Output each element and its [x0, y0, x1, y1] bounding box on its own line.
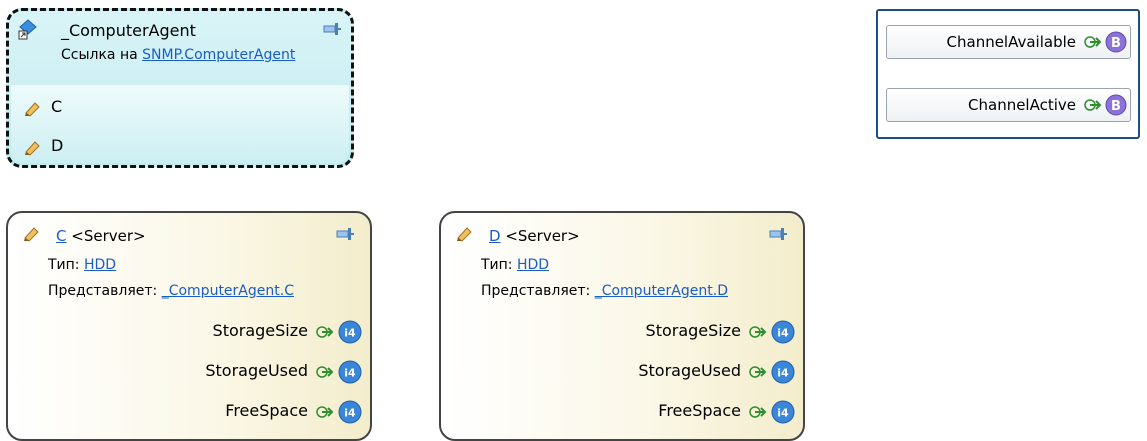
represents-label: Представляет: — [481, 283, 595, 299]
property-label: StorageUsed — [205, 361, 308, 380]
agent-items: C D — [11, 85, 349, 163]
property-row[interactable]: StorageUsed i4 — [64, 359, 364, 385]
arrow-right-icon — [749, 366, 767, 378]
arrow-right-icon — [749, 326, 767, 338]
property-row[interactable]: StorageUsed i4 — [497, 359, 797, 385]
pin-icon[interactable] — [769, 227, 787, 241]
property-row[interactable]: StorageSize i4 — [64, 319, 364, 345]
boolean-badge-icon: B — [1105, 31, 1127, 53]
arrow-right-icon — [316, 366, 334, 378]
represents-label: Представляет: — [48, 283, 162, 299]
server-title: D <Server> — [489, 227, 580, 245]
server-name-link[interactable]: C — [56, 227, 66, 245]
arrow-right-icon — [1084, 99, 1102, 111]
property-row[interactable]: FreeSpace i4 — [497, 399, 797, 425]
property-label: StorageSize — [645, 321, 741, 340]
arrow-right-icon — [316, 326, 334, 338]
server-type-row: Тип: HDD — [48, 257, 116, 273]
int-badge-icon: i4 — [771, 360, 795, 384]
channels-node[interactable]: ChannelAvailable B ChannelActive B — [876, 9, 1140, 139]
channel-active[interactable]: ChannelActive B — [886, 88, 1131, 122]
badge-text: i4 — [777, 407, 789, 420]
represents-link[interactable]: _ComputerAgent.C — [162, 283, 294, 299]
agent-ref-link[interactable]: SNMP.ComputerAgent — [142, 47, 295, 63]
tag-icon — [25, 102, 40, 117]
arrow-right-icon — [316, 406, 334, 418]
type-link[interactable]: HDD — [517, 257, 549, 273]
property-label: FreeSpace — [225, 401, 308, 420]
badge-text: B — [1111, 36, 1121, 51]
server-type-tag: <Server> — [500, 227, 580, 245]
server-node-d[interactable]: D <Server> Тип: HDD Представляет: _Compu… — [439, 211, 805, 441]
int-badge-icon: i4 — [338, 320, 362, 344]
server-type-row: Тип: HDD — [481, 257, 549, 273]
tag-icon — [25, 141, 40, 156]
agent-reference: Ссылка на SNMP.ComputerAgent — [61, 47, 295, 63]
arrow-right-icon — [1084, 36, 1102, 48]
server-represents-row: Представляет: _ComputerAgent.C — [48, 283, 294, 299]
property-label: StorageUsed — [638, 361, 741, 380]
arrow-right-icon — [749, 406, 767, 418]
type-label: Тип: — [481, 257, 517, 273]
int-badge-icon: i4 — [338, 400, 362, 424]
badge-text: B — [1111, 99, 1121, 114]
pin-icon[interactable] — [336, 227, 354, 241]
channel-available[interactable]: ChannelAvailable B — [886, 25, 1131, 59]
computer-agent-node[interactable]: _ComputerAgent Ссылка на SNMP.ComputerAg… — [6, 8, 354, 168]
badge-text: i4 — [344, 367, 356, 380]
badge-text: i4 — [777, 367, 789, 380]
property-row[interactable]: StorageSize i4 — [497, 319, 797, 345]
tag-icon — [24, 227, 39, 242]
badge-text: i4 — [344, 407, 356, 420]
agent-ref-prefix: Ссылка на — [61, 47, 143, 63]
agent-item-label: D — [51, 136, 64, 155]
server-node-c[interactable]: C <Server> Тип: HDD Представляет: _Compu… — [6, 211, 372, 441]
pin-icon[interactable] — [323, 22, 341, 36]
agent-icon — [18, 19, 37, 40]
type-label: Тип: — [48, 257, 84, 273]
property-label: StorageSize — [212, 321, 308, 340]
property-row[interactable]: FreeSpace i4 — [64, 399, 364, 425]
channel-label: ChannelAvailable — [946, 33, 1076, 51]
represents-link[interactable]: _ComputerAgent.D — [595, 283, 728, 299]
badge-text: i4 — [777, 327, 789, 340]
int-badge-icon: i4 — [771, 400, 795, 424]
agent-title: _ComputerAgent — [61, 21, 196, 40]
boolean-badge-icon: B — [1105, 94, 1127, 116]
server-represents-row: Представляет: _ComputerAgent.D — [481, 283, 728, 299]
int-badge-icon: i4 — [338, 360, 362, 384]
server-type-tag: <Server> — [66, 227, 146, 245]
property-label: FreeSpace — [658, 401, 741, 420]
int-badge-icon: i4 — [771, 320, 795, 344]
agent-item-label: C — [51, 97, 63, 116]
server-title: C <Server> — [56, 227, 146, 245]
tag-icon — [457, 227, 472, 242]
channel-label: ChannelActive — [968, 96, 1076, 114]
server-name-link[interactable]: D — [489, 227, 501, 245]
type-link[interactable]: HDD — [84, 257, 116, 273]
badge-text: i4 — [344, 327, 356, 340]
